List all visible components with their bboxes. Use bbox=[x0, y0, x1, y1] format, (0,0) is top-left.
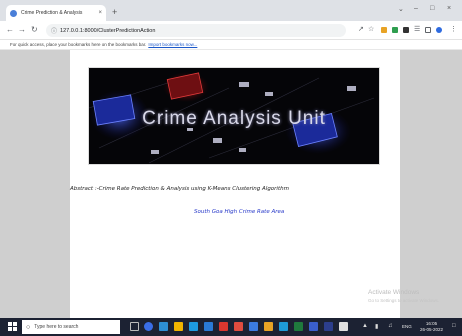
chrome-icon[interactable] bbox=[234, 322, 243, 331]
bookmark-star-icon[interactable]: ☆ bbox=[368, 25, 374, 35]
banner-image: Crime Analysis Unit bbox=[88, 67, 380, 165]
browser-toolbar: ← → ↻ ⓘ 127.0.0.1:8000/ClusterPrediction… bbox=[0, 21, 462, 40]
activate-windows-title: Activate Windows bbox=[368, 289, 420, 296]
activate-windows-subtitle: Go to Settings to activate Windows. bbox=[368, 298, 440, 303]
side-panel-icon[interactable] bbox=[425, 27, 431, 33]
site-info-icon[interactable]: ⓘ bbox=[51, 26, 57, 35]
red-screen-panel bbox=[163, 72, 209, 102]
word-icon[interactable] bbox=[309, 322, 318, 331]
search-placeholder: Type here to search bbox=[34, 324, 79, 330]
forward-arrow-icon[interactable]: → bbox=[18, 25, 26, 35]
windows-taskbar: ○ Type here to search ▲ ▮ ♫ ENG 16:05 26… bbox=[0, 318, 462, 336]
share-icon[interactable]: ↗ bbox=[358, 25, 364, 35]
reload-icon[interactable]: ↻ bbox=[31, 25, 38, 35]
language-indicator[interactable]: ENG bbox=[402, 324, 412, 330]
site-favicon-icon bbox=[10, 9, 17, 17]
notifications-icon[interactable]: □ bbox=[452, 323, 456, 329]
tab-title: Crime Prediction & Analysis bbox=[21, 10, 83, 16]
app-icon[interactable] bbox=[324, 322, 333, 331]
tab-close-icon[interactable]: × bbox=[98, 10, 102, 16]
browser-tab[interactable]: Crime Prediction & Analysis × bbox=[6, 5, 106, 21]
extension-icon[interactable] bbox=[392, 27, 398, 33]
cortana-icon[interactable] bbox=[144, 322, 153, 331]
network-icon[interactable]: ▲ bbox=[362, 323, 368, 329]
minimize-button[interactable]: – bbox=[414, 5, 418, 12]
search-icon: ○ bbox=[26, 323, 31, 331]
back-arrow-icon[interactable]: ← bbox=[6, 25, 14, 35]
app-icon[interactable] bbox=[264, 322, 273, 331]
new-tab-button[interactable]: + bbox=[112, 6, 117, 18]
office-icon[interactable] bbox=[219, 322, 228, 331]
bookmarks-bar-hint: For quick access, place your bookmarks h… bbox=[10, 42, 147, 47]
address-bar[interactable]: ⓘ 127.0.0.1:8000/ClusterPredictionAction bbox=[46, 24, 346, 37]
extensions-puzzle-icon[interactable]: ☰ bbox=[414, 25, 420, 35]
file-explorer-icon[interactable] bbox=[174, 322, 183, 331]
page-viewport: Crime Analysis Unit Abstract :-Crime Rat… bbox=[0, 50, 462, 318]
page-content: Crime Analysis Unit Abstract :-Crime Rat… bbox=[70, 50, 400, 318]
excel-icon[interactable] bbox=[294, 322, 303, 331]
bookmarks-bar: For quick access, place your bookmarks h… bbox=[0, 40, 462, 50]
microphone-icon[interactable] bbox=[130, 322, 139, 331]
profile-avatar-icon[interactable] bbox=[436, 27, 442, 33]
maximize-button[interactable]: □ bbox=[430, 5, 434, 12]
extension-icon[interactable] bbox=[403, 27, 409, 33]
browser-menu-icon[interactable]: ⋮ bbox=[450, 25, 457, 35]
banner-title: Crime Analysis Unit bbox=[142, 108, 326, 129]
high-crime-area-link[interactable]: South Goa High Crime Rate Area bbox=[194, 209, 284, 215]
abstract-text: Abstract :-Crime Rate Prediction & Analy… bbox=[70, 186, 289, 192]
clock[interactable]: 16:05 26-05-2022 bbox=[420, 321, 443, 332]
mail-icon[interactable] bbox=[204, 322, 213, 331]
import-bookmarks-link[interactable]: Import bookmarks now... bbox=[148, 42, 197, 47]
volume-icon[interactable]: ♫ bbox=[388, 323, 393, 329]
app-icon[interactable] bbox=[249, 322, 258, 331]
url-text: 127.0.0.1:8000/ClusterPredictionAction bbox=[60, 27, 156, 34]
task-view-icon[interactable] bbox=[159, 322, 168, 331]
start-windows-icon[interactable] bbox=[8, 322, 17, 331]
battery-icon[interactable]: ▮ bbox=[375, 323, 378, 330]
browser-tab-strip: Crime Prediction & Analysis × + ⌄ – □ × bbox=[0, 0, 462, 21]
close-window-button[interactable]: × bbox=[447, 5, 451, 12]
extension-icon[interactable] bbox=[381, 27, 387, 33]
app-icon[interactable] bbox=[279, 322, 288, 331]
clock-date: 26-05-2022 bbox=[420, 326, 444, 332]
app-icon[interactable] bbox=[339, 322, 348, 331]
tab-search-chevron-icon[interactable]: ⌄ bbox=[398, 5, 404, 13]
taskbar-search-box[interactable]: ○ Type here to search bbox=[22, 320, 120, 334]
edge-browser-icon[interactable] bbox=[189, 322, 198, 331]
